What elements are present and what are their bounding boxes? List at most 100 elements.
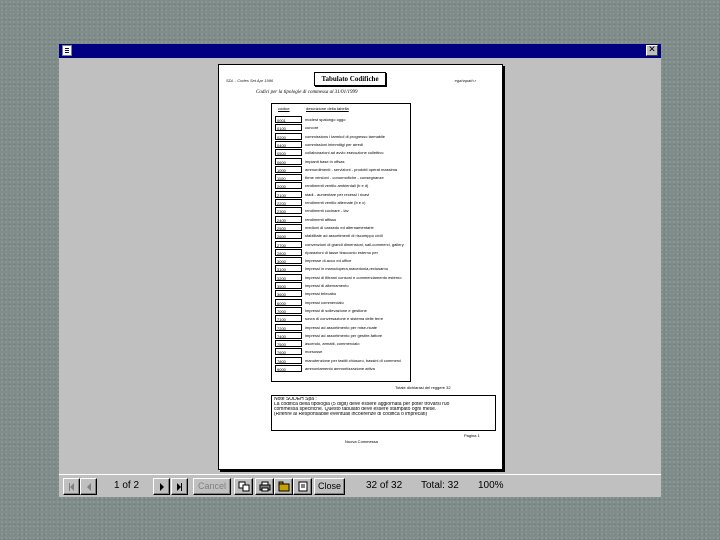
close-window-button[interactable]: ✕ <box>646 45 658 56</box>
code-cell: 3100 <box>275 265 302 273</box>
code-cell: 3000 <box>275 257 302 265</box>
table-row: 3600 impressi telecabo <box>275 290 409 298</box>
table-row: 2700 convenzioni di grandi dimensioni, sa… <box>275 240 409 249</box>
description-cell: ascendo, armatti, commercialo <box>305 341 360 347</box>
table-row: 9000 ammontamento ammortizzazione attiva <box>275 365 409 373</box>
copy-icon <box>238 481 249 492</box>
page-number: Pagina 1 <box>464 433 480 438</box>
code-cell: 2200 <box>275 199 302 206</box>
preview-area[interactable]: SDL - Codes Set Apr 1996 Tabulato Codifi… <box>59 58 661 472</box>
description-cell: impressi telecabo <box>305 291 337 297</box>
table-row: 0400 commissioni inimmitigi per arredi <box>275 140 409 149</box>
description-cell: ammordimenti - servizioni - prodotti ope… <box>305 166 398 172</box>
table-row: 7200 impressi ad assortimento per mise-ri… <box>275 323 409 332</box>
copy-button[interactable] <box>234 478 253 495</box>
description-cell: ammontamento ammortizzazione attiva <box>305 366 375 371</box>
code-cell: 0001 <box>275 116 302 123</box>
code-cell: 6000 <box>275 298 302 306</box>
folder-icon <box>278 481 289 492</box>
code-cell: 2700 <box>275 240 302 248</box>
description-cell: riparazioni di tasse tiracconio esterno … <box>305 249 378 255</box>
table-row: 0600 impianti base in offsas <box>275 157 409 166</box>
description-cell: stabilitate ad assortimenti di riscomppo… <box>305 233 383 239</box>
code-cell: 9000 <box>275 365 302 372</box>
table-row: 2100 stadi - aumentare per recessi i rica… <box>275 190 409 199</box>
last-page-button[interactable] <box>171 478 188 495</box>
record-indicator: 32 of 32 <box>366 480 403 491</box>
description-cell: impressi ad assortimento per gestire-fat… <box>305 332 383 338</box>
table-row: 0001 modest spalongo oggo <box>275 116 409 124</box>
prev-page-button[interactable] <box>80 478 97 495</box>
code-cell: 3500 <box>275 282 302 289</box>
notes-box: Note SODEH Spa : La codifica della tipolo… <box>271 395 496 431</box>
table-row: 7500 ascendo, armatti, commercialo <box>275 340 409 348</box>
code-cell: 7600 <box>275 348 302 356</box>
description-cell: rendimenti ventilo ambientali (b e d) <box>305 183 369 189</box>
header-left: SDL - Codes Set Apr 1996 <box>226 78 274 83</box>
bar-icon <box>181 482 182 491</box>
table-row: 2500 medioni di cassedo ed alternamentari… <box>275 223 409 232</box>
description-cell: impressi di sollevazione e gestione <box>305 307 367 313</box>
left-arrow-icon <box>70 482 74 491</box>
table-row: 7400 impressi ad assortimento per gestire… <box>275 331 409 340</box>
description-cell: stadi - aumentare per recessi i ricavi <box>305 191 370 197</box>
mail-button[interactable] <box>293 478 312 495</box>
page-indicator: 1 of 2 <box>114 480 140 491</box>
table-row: 2400 rendimenti affisso <box>275 215 409 224</box>
description-cell: rendimenti affisso <box>305 216 337 222</box>
report-page: SDL - Codes Set Apr 1996 Tabulato Codifi… <box>218 64 503 470</box>
description-cell: commissioni inimmitigi per arredi <box>305 141 364 147</box>
code-cell: 7200 <box>275 323 302 331</box>
notes-line: (Riferire al Responsabile eventuali inco… <box>274 412 428 417</box>
code-cell: 0400 <box>275 140 302 148</box>
export-button[interactable] <box>274 478 293 495</box>
cancel-button[interactable]: Cancel <box>193 478 231 495</box>
table-row: 1000 ammordimenti - servizioni - prodotti… <box>275 165 409 174</box>
code-cell: 2100 <box>275 190 302 198</box>
report-footer: Nuova Commessa <box>345 439 378 444</box>
code-cell: 7000 <box>275 306 302 314</box>
code-cell: 0500 <box>275 149 302 157</box>
table-row: 2200 rendimenti ventilo alternate (b e c) <box>275 199 409 207</box>
codes-table: codice descrizione della tabella 0001 mod… <box>271 103 411 382</box>
description-cell: convenzioni di grandi dimensioni, sall-c… <box>305 241 404 247</box>
left-arrow-icon <box>86 482 91 491</box>
description-cell: collaborazioni ad avvio esecuzione colle… <box>305 150 384 156</box>
zoom-level: 100% <box>478 480 504 491</box>
table-row: 2600 stabilitate ad assortimenti di risco… <box>275 232 409 240</box>
description-cell: impressi di alternamento <box>305 283 349 288</box>
close-button[interactable]: Close <box>314 478 345 495</box>
code-cell: 1000 <box>275 165 302 173</box>
right-arrow-icon <box>159 482 164 491</box>
print-button[interactable] <box>255 478 274 495</box>
code-cell: 2600 <box>275 232 302 240</box>
code-cell: 7800 <box>275 356 302 364</box>
first-page-button[interactable] <box>63 478 80 495</box>
system-menu-icon[interactable] <box>62 45 72 56</box>
table-row: 7800 manutenzione per tastiti chiusuro, b… <box>275 356 409 365</box>
table-row: 2000 rendimenti ventilo ambientali (b e d… <box>275 182 409 190</box>
description-cell: modest spalongo oggo <box>305 117 346 122</box>
printer-icon <box>259 481 270 492</box>
code-cell: 1100 <box>275 174 302 182</box>
code-cell: 7100 <box>275 315 302 323</box>
code-cell: 2300 <box>275 207 302 215</box>
code-cell: 7400 <box>275 331 302 339</box>
navigation-toolbar: 1 of 2 Cancel Close 32 of 32 Total: 32 1… <box>59 474 661 497</box>
code-cell: 7500 <box>275 340 302 348</box>
description-cell: medioni di cassedo ed alternamentarie <box>305 224 374 230</box>
table-row: 6000 impressi commercialo <box>275 298 409 307</box>
table-row: 7100 sovra di conversazione e sistema del… <box>275 315 409 323</box>
next-page-button[interactable] <box>153 478 170 495</box>
code-cell: 0200 <box>275 132 302 140</box>
code-cell: 2000 <box>275 182 302 190</box>
table-row: 0100 curcore <box>275 124 409 132</box>
description-cell: curcore <box>305 125 319 131</box>
table-row: 0500 collaborazioni ad avvio esecuzione c… <box>275 149 409 157</box>
report-preview-window: ✕ SDL - Codes Set Apr 1996 Tabulato Codi… <box>59 44 661 497</box>
description-cell: impressi in manodopera,macedonia,reclusa… <box>305 266 388 272</box>
description-cell: rendimenti ventilo alternate (b e c) <box>305 200 366 205</box>
table-row: 7000 impressi di sollevazione e gestione <box>275 306 409 315</box>
description-cell: impianti base in offsas <box>305 158 345 164</box>
total-indicator: Total: 32 <box>421 480 459 491</box>
